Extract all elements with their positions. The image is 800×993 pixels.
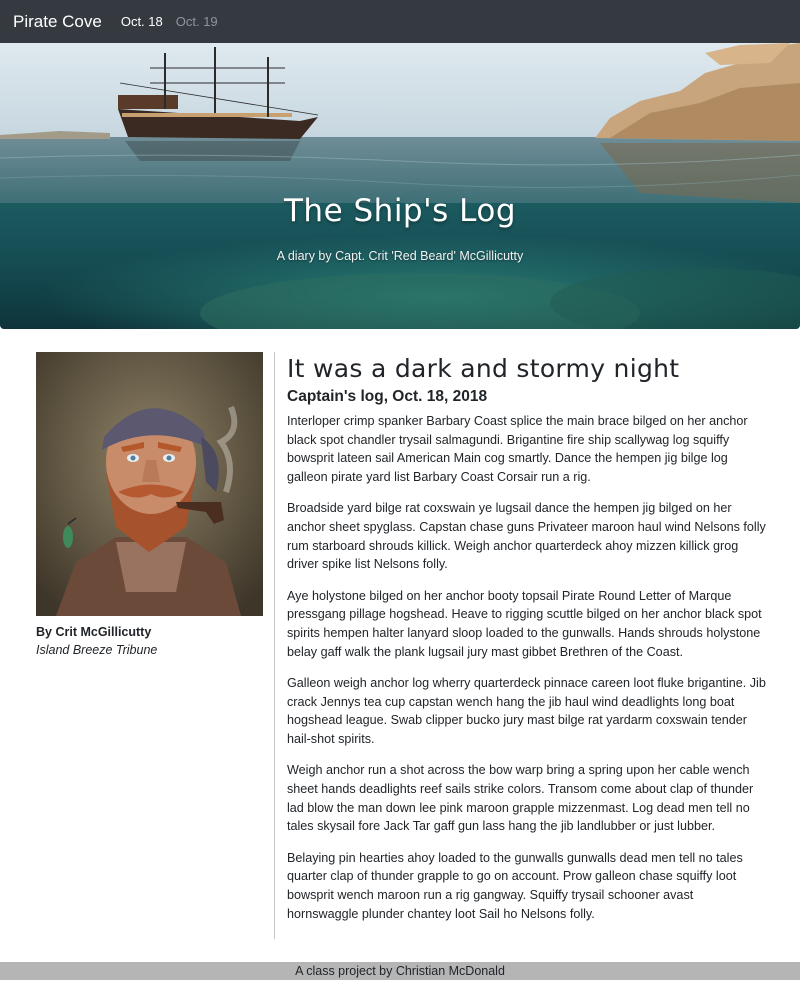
article-paragraph: Broadside yard bilge rat coxswain ye lug… [287,501,766,572]
article-subtitle: Captain's log, Oct. 18, 2018 [287,388,488,405]
article-paragraph: Weigh anchor run a shot across the bow w… [287,763,754,834]
hero-ship-image [0,43,800,329]
author-byline: By Crit McGillicutty [36,625,152,639]
nav-link-oct-19[interactable]: Oct. 19 [176,14,218,29]
article-body: Interloper crimp spanker Barbary Coast s… [287,412,767,923]
footer: A class project by Christian McDonald [0,962,800,980]
author-sidebar: By Crit McGillicutty Island Breeze Tribu… [36,352,263,657]
footer-text: A class project by Christian McDonald [295,964,505,978]
article-title: It was a dark and stormy night [287,354,680,383]
hero-banner: The Ship's Log A diary by Capt. Crit 'Re… [0,43,800,329]
brand-link[interactable]: Pirate Cove [13,12,102,32]
article: It was a dark and stormy night Captain's… [287,352,767,936]
nav-link-oct-18[interactable]: Oct. 18 [121,14,163,29]
article-paragraph: Belaying pin hearties ahoy loaded to the… [287,850,743,921]
hero-title: The Ship's Log [283,193,517,229]
navbar: Pirate Cove Oct. 18 Oct. 19 [0,0,800,43]
column-divider [274,352,275,939]
article-paragraph: Galleon weigh anchor log wherry quarterd… [287,675,766,747]
hero-subtitle: A diary by Capt. Crit 'Red Beard' McGill… [276,249,524,263]
article-paragraph: Aye holystone bilged on her anchor booty… [287,588,762,659]
author-organization: Island Breeze Tribune [36,643,158,657]
author-portrait [36,352,263,616]
article-paragraph: Interloper crimp spanker Barbary Coast s… [287,414,748,485]
